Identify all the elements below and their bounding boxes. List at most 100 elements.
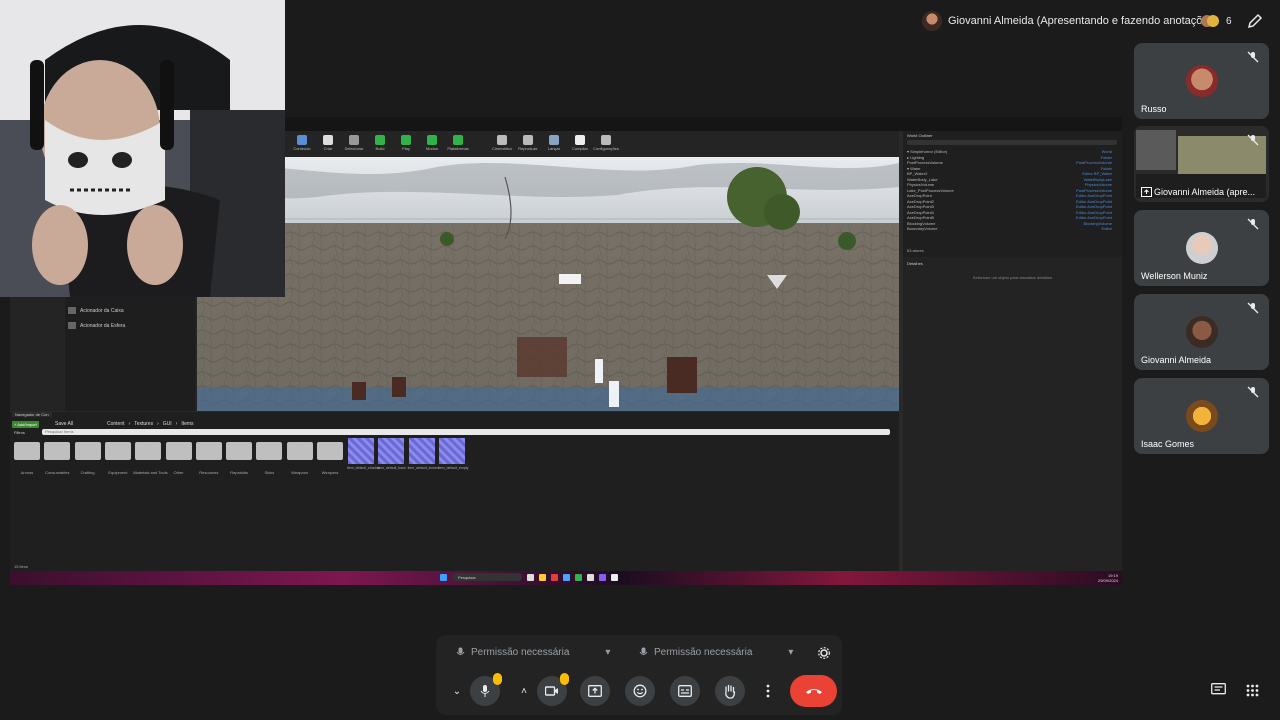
add-import-button[interactable]: + Add/Import [12,421,39,428]
toolbar-build-button[interactable]: Build [369,133,391,155]
level-viewport[interactable] [197,157,899,411]
outliner-row[interactable]: ▾ Water Folder [907,166,1122,171]
taskbar-clock[interactable]: 19:19 29/09/2024 [1098,573,1118,583]
present-screen-icon [588,685,602,697]
texture-asset[interactable]: item_default_locked [408,438,439,470]
app-icon[interactable] [611,573,618,581]
outliner-row[interactable]: AxeDropPoint Editor AxeDropPoint [907,193,1122,198]
place-actors-panel: Acionador da Caixa Acionador da Esfera [10,297,197,411]
outliner-row[interactable]: AxeDropPoint5 Editor AxeDropPoint [907,215,1122,220]
toolbar-play-mode-button[interactable]: Reproduzir [517,133,539,155]
texture-asset[interactable]: item_default_empty [438,438,468,470]
outliner-row[interactable]: ▸ Lighting Folder [907,155,1122,160]
content-search-input[interactable]: Pesquisar Items [42,429,890,435]
outliner-row[interactable]: AxeDropPoint3 Editor AxeDropPoint [907,204,1122,209]
folder-icon [165,442,192,460]
outliner-row[interactable]: WaterBody_Lake WaterBodyLake [907,177,1122,182]
outliner-row[interactable]: PostProcessVolume PostProcessVolume [907,160,1122,165]
folder-item[interactable]: Materials and Tools [133,442,168,475]
app-icon[interactable] [551,573,558,581]
app-icon[interactable] [575,573,582,581]
toolbar-content-button[interactable]: Conteúdo [291,133,313,155]
camera-permission-select[interactable]: Permissão necessária ▾ [639,647,793,658]
place-actor-item[interactable]: Acionador da Caixa [68,307,124,314]
folder-item[interactable]: Repairkits [224,442,254,475]
more-options-button[interactable] [755,676,781,706]
outliner-row[interactable]: BoundaryVolume Editor [907,226,1122,231]
camera-options-chevron[interactable]: ˄ [513,676,535,706]
outliner-row[interactable]: BlockingVolume BlockingVolume [907,221,1122,226]
world-outliner: World Outliner ▾ Simplehorror (Editor) Wo… [903,131,1122,257]
mic-options-chevron[interactable]: ⌄ [446,676,468,706]
breadcrumb-item[interactable]: GUI [163,421,172,427]
place-actor-item[interactable]: Acionador da Esfera [68,322,125,329]
texture-asset[interactable]: item_default_shadow [347,438,380,470]
presenting-icon [1141,187,1152,197]
taskbar-search[interactable]: Pesquisar [452,573,522,581]
folder-item[interactable]: Consumables [42,442,72,475]
file-explorer-icon[interactable] [539,573,546,581]
annotate-pen-icon[interactable] [1246,12,1264,30]
reactions-button[interactable] [625,676,655,706]
content-browser: Navegador de Con + Add/Import Save All C… [10,412,899,571]
app-icon[interactable] [599,573,606,581]
participant-tile[interactable]: Wellerson Muniz [1134,210,1269,286]
avatar [1186,400,1218,432]
avatar [1186,316,1218,348]
toolbar-create-button[interactable]: Criar [317,133,339,155]
toolbar-select-button[interactable]: Selecionar [343,133,365,155]
app-icon[interactable] [563,573,570,581]
people-count[interactable]: 6 [1200,10,1232,32]
folder-item[interactable]: Skins [254,442,284,475]
outliner-row[interactable]: AxeDropPoint2 Editor AxeDropPoint [907,199,1122,204]
participant-tile-presenting[interactable]: Giovanni Almeida (apre... [1134,126,1269,202]
outliner-row[interactable]: PhysicsVolume PhysicsVolume [907,182,1122,187]
toolbar-settings-button[interactable]: Configurações [593,133,619,155]
leave-call-button[interactable] [790,675,837,707]
folder-icon [14,442,40,460]
folder-item[interactable]: Crafting [73,442,103,475]
folder-item[interactable]: Equipment [103,442,133,475]
participant-tile[interactable]: Isaac Gomes [1134,378,1269,454]
save-all-button[interactable]: Save All [55,421,73,427]
folder-item[interactable]: Weapons [285,442,315,475]
breadcrumb-item[interactable]: Items [181,421,193,427]
participant-tile[interactable]: Russo [1134,43,1269,119]
outliner-row[interactable]: ▾ Simplehorror (Editor) World [907,149,1122,154]
toolbar-launch-button[interactable]: Lançar [543,133,565,155]
folder-item[interactable]: Other [164,442,194,475]
folder-item[interactable]: Arrows [12,442,42,475]
chevron-down-icon: ▾ [788,647,794,658]
app-icon[interactable] [587,573,594,581]
task-view-icon[interactable] [527,573,534,581]
settings-gear-icon[interactable] [818,647,830,659]
activities-grid-icon[interactable] [1246,684,1259,697]
toolbar-play-button[interactable]: Play [395,133,417,155]
outliner-row[interactable]: AxeDropPoint4 Editor AxeDropPoint [907,210,1122,215]
toolbar-compile-button[interactable]: Compilar [569,133,591,155]
toolbar-modes-button[interactable]: Modos [421,133,443,155]
breadcrumb-item[interactable]: Textures [134,421,153,427]
outliner-row[interactable]: Lake_PostProcessVolume PostProcessVolume [907,188,1122,193]
breadcrumb-item[interactable]: Content [107,421,125,427]
captions-button[interactable] [670,676,700,706]
start-icon[interactable] [440,573,447,581]
chat-icon[interactable] [1211,683,1226,697]
present-screen-button[interactable] [580,676,610,706]
outliner-search[interactable] [907,140,1117,145]
presenter-chip[interactable]: Giovanni Almeida (Apresentando e fazendo… [922,10,1218,32]
folder-item[interactable]: Resources [194,442,224,475]
folder-icon [104,442,131,460]
captions-icon [678,685,692,697]
mic-permission-select[interactable]: Permissão necessária ▾ [456,647,610,658]
folder-icon [135,442,162,460]
outliner-row[interactable]: BP_Water2 Editor BP_Water [907,171,1122,176]
folder-item[interactable]: Weapons [315,442,345,475]
toolbar-platforms-button[interactable]: Plataformas [447,133,469,155]
content-browser-tab[interactable]: Navegador de Con [12,412,52,417]
raise-hand-button[interactable] [715,676,745,706]
filters-button[interactable]: Filtros [14,430,25,435]
participant-tile[interactable]: Giovanni Almeida [1134,294,1269,370]
toolbar-cinematic-button[interactable]: Cinemático [491,133,513,155]
texture-asset[interactable]: item_default_base [377,438,406,470]
